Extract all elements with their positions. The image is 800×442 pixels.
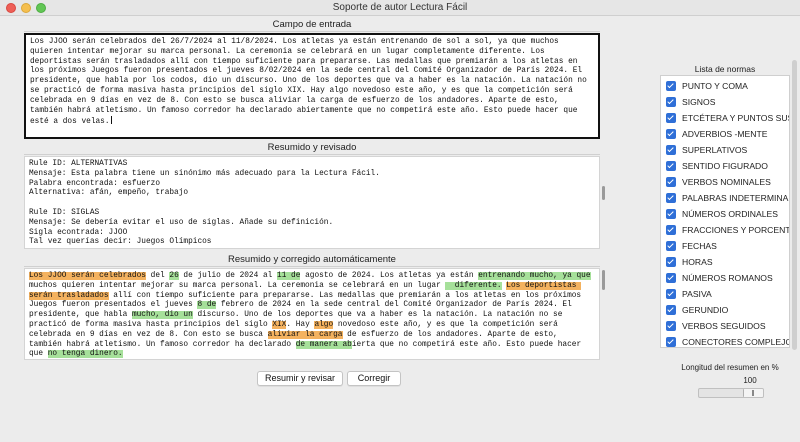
checkbox-checked-icon[interactable] [666,160,676,171]
checkbox-checked-icon[interactable] [666,192,676,203]
input-text: Los JJOO serán celebrados del 26/7/2024 … [30,38,592,127]
rule-item[interactable]: NÚMEROS ORDINALES [661,206,789,221]
summarize-review-button[interactable]: Resumir y revisar [257,371,343,386]
rule-label: PALABRAS INDETERMINADAS [682,192,789,203]
rule-item[interactable]: SUPERLATIVOS [661,142,789,157]
checkbox-checked-icon[interactable] [666,320,676,331]
highlighted-segment-orange: aliviar la carga [267,330,343,339]
text-segment: de julio de 2024 al [178,272,278,280]
highlighted-segment-green: mucho, dio un [131,311,193,320]
summary-section-label: Resumido y revisado [24,141,600,155]
corrected-scrollbar[interactable] [600,268,608,360]
rule-item[interactable]: NÚMEROS ROMANOS [661,270,789,285]
rule-label: GERUNDIO [682,304,729,315]
corrected-output[interactable]: Los JJOO serán celebrados del 26 de juli… [24,268,600,360]
rule-label: ADVERBIOS -MENTE [682,128,768,139]
rules-list: PUNTO Y COMA SIGNOS ETCÉTERA Y PUNTOS SUSP… [660,75,790,348]
summary-text: Rule ID: ALTERNATIVAS Mensaje: Esta pala… [29,160,380,247]
rule-item[interactable]: FECHAS [661,238,789,253]
rule-label: PASIVA [682,288,712,299]
checkbox-checked-icon[interactable] [666,144,676,155]
rules-scrollbar[interactable] [792,60,797,350]
rule-item[interactable]: HORAS [661,254,789,269]
highlighted-segment-orange: Los JJOO serán celebrados [29,272,146,280]
highlighted-segment-green: 11 [277,272,287,280]
rule-item[interactable]: PUNTO Y COMA [661,78,789,93]
rule-label: NÚMEROS ROMANOS [682,272,773,283]
rule-item[interactable]: ETCÉTERA Y PUNTOS SUSPENSIVOS [661,110,789,125]
corrected-scroll-thumb[interactable] [602,270,605,290]
rule-label: NÚMEROS ORDINALES [682,208,778,219]
summary-scroll-thumb[interactable] [602,186,605,200]
rule-label: SENTIDO FIGURADO [682,160,768,171]
rule-label: ETCÉTERA Y PUNTOS SUSPENSIVOS [682,112,789,123]
text-caret [110,116,112,125]
text-segment: del [145,272,170,280]
checkbox-checked-icon[interactable] [666,288,676,299]
rule-label: SIGNOS [682,96,716,107]
highlighted-segment-green: de [202,301,217,310]
checkbox-checked-icon[interactable] [666,304,676,315]
summary-length-value: 100 [743,376,757,385]
checkbox-checked-icon[interactable] [666,336,676,347]
highlighted-segment-green: entrenando mucho, ya que [478,272,591,280]
summary-length-label: Longitud del resumen en % [681,363,779,372]
checkbox-checked-icon[interactable] [666,176,676,187]
window-title: Soporte de autor Lectura Fácil [332,2,468,13]
correct-button[interactable]: Corregir [347,371,401,386]
highlighted-segment-orange: algo [314,320,334,329]
rule-label: VERBOS NOMINALES [682,176,771,187]
summary-scrollbar[interactable] [600,156,608,249]
rule-label: FRACCIONES Y PORCENTAJES [682,224,790,235]
rule-item[interactable]: VERBOS NOMINALES [661,174,789,189]
rule-item[interactable]: ADVERBIOS -MENTE [661,126,789,141]
highlighted-segment-green: diferente. [445,281,502,290]
checkbox-checked-icon[interactable] [666,240,676,251]
rule-item[interactable]: GERUNDIO [661,302,789,317]
slider-grip-icon [752,390,754,396]
rule-label: FECHAS [682,240,717,251]
checkbox-checked-icon[interactable] [666,96,676,107]
rule-item[interactable]: PASIVA [661,286,789,301]
rule-item[interactable]: PALABRAS INDETERMINADAS [661,190,789,205]
rule-item[interactable]: SENTIDO FIGURADO [661,158,789,173]
highlighted-segment-green: 26 [169,272,179,280]
rule-label: PUNTO Y COMA [682,80,748,91]
highlighted-segment-orange: XIX [272,320,287,329]
input-section-label: Campo de entrada [24,18,600,32]
text-segment: . Hay [286,320,315,329]
rule-item[interactable]: SIGNOS [661,94,789,109]
checkbox-checked-icon[interactable] [666,208,676,219]
summary-output[interactable]: Rule ID: ALTERNATIVAS Mensaje: Esta pala… [24,156,600,249]
rule-item[interactable]: FRACCIONES Y PORCENTAJES [661,222,790,237]
rule-label: SUPERLATIVOS [682,144,748,155]
input-textarea[interactable]: Los JJOO serán celebrados del 26/7/2024 … [24,33,600,139]
checkbox-checked-icon[interactable] [666,80,676,91]
window-titlebar: Soporte de autor Lectura Fácil [0,0,800,16]
rule-label: CONECTORES COMPLEJOS [682,336,790,347]
rule-label: VERBOS SEGUIDOS [682,320,766,331]
checkbox-checked-icon[interactable] [666,272,676,283]
rule-item[interactable]: CONECTORES COMPLEJOS [661,334,790,347]
rule-item[interactable]: VERBOS SEGUIDOS [661,318,789,333]
checkbox-checked-icon[interactable] [666,112,676,123]
checkbox-checked-icon[interactable] [666,128,676,139]
rules-list-label: Lista de normas [694,64,756,74]
highlighted-segment-green: de [286,272,301,280]
highlighted-segment-green: de manera ab [295,340,352,349]
text-segment: agosto de 2024. Los atletas ya están [300,272,479,280]
checkbox-checked-icon[interactable] [666,224,676,235]
highlighted-segment-green: no tenga dinero. [47,350,123,359]
corrected-section-label: Resumido y corregido automáticamente [24,253,600,267]
checkbox-checked-icon[interactable] [666,256,676,267]
rule-label: HORAS [682,256,713,267]
